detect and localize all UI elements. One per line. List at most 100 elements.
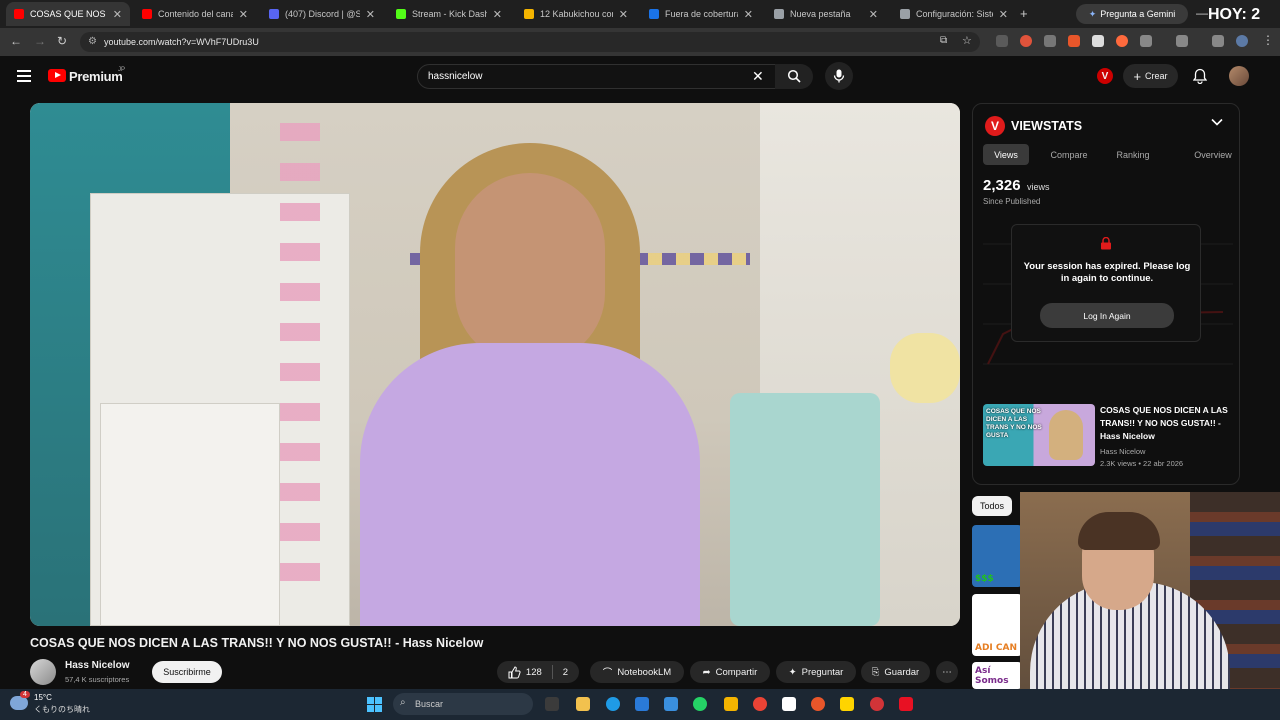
related-video-title[interactable]: COSAS QUE NOS DICEN A LAS TRANS!! Y NO N…: [1100, 404, 1235, 443]
weather-cloud-icon[interactable]: [10, 696, 28, 710]
puzzle-icon[interactable]: [1140, 35, 1152, 47]
close-tab-icon[interactable]: ✕: [239, 8, 248, 21]
clear-search-icon[interactable]: ✕: [752, 68, 764, 85]
ask-gemini-button[interactable]: ✦ Pregunta a Gemini: [1076, 4, 1188, 24]
app-icon[interactable]: [840, 697, 854, 711]
extension-icon[interactable]: [1044, 35, 1056, 47]
new-tab-button[interactable]: +: [1020, 6, 1028, 21]
extension-icon[interactable]: [1068, 35, 1080, 47]
related-video-thumbnail[interactable]: $$$: [972, 525, 1022, 587]
extension-icon[interactable]: [1092, 35, 1104, 47]
photos-icon[interactable]: [724, 697, 738, 711]
subscribe-button[interactable]: Suscribirme: [152, 661, 222, 683]
browser-tab[interactable]: Configuración: Sistem ✕: [892, 2, 1016, 26]
whatsapp-icon[interactable]: [693, 697, 707, 711]
like-count[interactable]: 128: [526, 667, 542, 678]
tab-title: Stream - Kick Dashbo: [412, 9, 487, 19]
close-tab-icon[interactable]: ✕: [744, 8, 753, 21]
forward-arrow-icon[interactable]: →: [34, 34, 46, 48]
extension-icon[interactable]: [996, 35, 1008, 47]
viewstats-extension-icon[interactable]: V: [1097, 68, 1113, 84]
notifications-bell-icon[interactable]: [1193, 68, 1207, 84]
outlook-icon[interactable]: [664, 697, 678, 711]
video-player[interactable]: [30, 103, 960, 626]
chrome-icon[interactable]: [753, 697, 767, 711]
close-tab-icon[interactable]: ✕: [366, 8, 375, 21]
related-video-thumbnail[interactable]: COSAS QUE NOS DICEN A LAS TRANS Y NO NOS…: [983, 404, 1095, 466]
app-icon[interactable]: [870, 697, 884, 711]
log-in-again-button[interactable]: Log In Again: [1040, 303, 1174, 328]
weather-temperature[interactable]: 15°C: [34, 693, 52, 702]
extension-icon[interactable]: [1116, 35, 1128, 47]
browser-tab[interactable]: Stream - Kick Dashbo ✕: [388, 2, 510, 26]
close-tab-icon[interactable]: ✕: [493, 8, 502, 21]
related-video-thumbnail[interactable]: Así Somos: [972, 662, 1022, 689]
hamburger-menu-icon[interactable]: [17, 70, 31, 82]
close-tab-icon[interactable]: ✕: [619, 8, 628, 21]
browser-tab[interactable]: (407) Discord | @Saixi ✕: [261, 2, 383, 26]
views-count: 2,326: [983, 177, 1021, 194]
edge-icon[interactable]: [606, 697, 620, 711]
browser-tab[interactable]: Contenido del canal - ✕: [134, 2, 256, 26]
stream-overlay-text: HOY: 2: [1208, 6, 1261, 23]
voice-search-button[interactable]: [825, 62, 853, 90]
weather-description[interactable]: くもりのち晴れ: [34, 704, 90, 715]
share-button[interactable]: ➦ Compartir: [690, 661, 770, 683]
plus-icon: +: [1133, 68, 1142, 84]
app-icon[interactable]: [899, 697, 913, 711]
related-video-thumbnail[interactable]: ADI CAN: [972, 594, 1022, 656]
ask-label: Preguntar: [801, 666, 844, 678]
install-app-icon[interactable]: ⧉: [940, 35, 947, 46]
file-explorer-icon[interactable]: [576, 697, 590, 711]
youtube-wordmark[interactable]: Premium: [69, 69, 123, 84]
browser-tab[interactable]: Fuera de cobertura: P ✕: [641, 2, 761, 26]
extension-icon[interactable]: [1020, 35, 1032, 47]
channel-name[interactable]: Hass Nicelow: [65, 660, 129, 671]
notepad-icon[interactable]: [782, 697, 796, 711]
minimize-window-icon[interactable]: —: [1196, 6, 1208, 20]
app-icon[interactable]: [811, 697, 825, 711]
browser-tab[interactable]: Nueva pestaña ✕: [766, 2, 886, 26]
youtube-logo-icon[interactable]: [48, 69, 66, 82]
back-arrow-icon[interactable]: ←: [10, 34, 22, 48]
chevron-down-icon[interactable]: [1211, 118, 1223, 126]
viewstats-tab-compare[interactable]: Compare: [1037, 144, 1101, 165]
account-avatar[interactable]: [1229, 66, 1249, 86]
store-icon[interactable]: [635, 697, 649, 711]
search-input-value: hassnicelow: [428, 71, 483, 82]
close-tab-icon[interactable]: ✕: [869, 8, 878, 21]
more-actions-button[interactable]: ⋯: [936, 661, 958, 683]
dislike-count[interactable]: 2: [563, 667, 568, 678]
save-button[interactable]: ⎘ Guardar: [861, 661, 930, 683]
viewstats-tab-overview[interactable]: Overview: [1185, 144, 1241, 165]
viewstats-tab-ranking[interactable]: Ranking: [1107, 144, 1159, 165]
tab-title: 12 Kabukichou con N: [540, 9, 613, 19]
tab-search-icon[interactable]: [1212, 35, 1224, 47]
viewstats-tab-views[interactable]: Views: [983, 144, 1029, 165]
bookmark-star-icon[interactable]: ☆: [962, 34, 972, 47]
ask-button[interactable]: ✦ Preguntar: [776, 661, 856, 683]
browser-tab[interactable]: COSAS QUE NOS DIC ✕: [6, 2, 130, 26]
channel-avatar[interactable]: [30, 659, 56, 685]
reload-icon[interactable]: ↻: [57, 34, 67, 48]
profile-avatar-icon[interactable]: [1236, 35, 1248, 47]
browser-menu-icon[interactable]: ⋮: [1262, 33, 1274, 47]
close-tab-icon[interactable]: ✕: [999, 8, 1008, 21]
create-button[interactable]: + Crear: [1123, 64, 1178, 88]
search-button[interactable]: [775, 64, 813, 89]
task-view-icon[interactable]: [545, 697, 559, 711]
taskbar-search-input[interactable]: ⌕ Buscar: [393, 693, 533, 715]
search-input[interactable]: hassnicelow: [417, 64, 777, 89]
notebooklm-button[interactable]: ⌒ NotebookLM: [590, 661, 684, 683]
chip-all[interactable]: Todos: [972, 496, 1012, 516]
like-thumb-icon[interactable]: [508, 665, 521, 679]
related-video-channel[interactable]: Hass Nicelow: [1100, 447, 1145, 456]
site-info-icon[interactable]: ⚙: [88, 36, 97, 47]
side-panel-icon[interactable]: [1176, 35, 1188, 47]
close-tab-icon[interactable]: ✕: [113, 8, 122, 21]
tab-favicon-icon: [14, 9, 24, 19]
windows-start-icon[interactable]: [367, 697, 382, 712]
search-icon: ⌕: [400, 697, 406, 708]
browser-tab[interactable]: 12 Kabukichou con N ✕: [516, 2, 636, 26]
address-bar[interactable]: ⚙ youtube.com/watch?v=WVhF7UDru3U: [80, 32, 980, 52]
